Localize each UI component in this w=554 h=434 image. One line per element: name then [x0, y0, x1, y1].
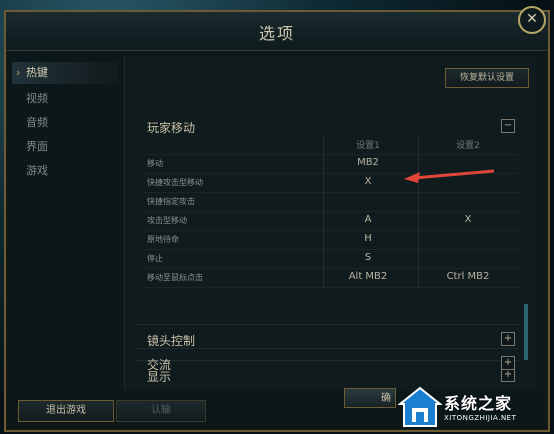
window-title: 选项	[258, 24, 295, 43]
watermark-logo: 系统之家 XITONGZHIJIA.NET	[398, 384, 554, 432]
sidebar-item-video[interactable]: 视频	[12, 88, 118, 110]
quit-game-button[interactable]: 退出游戏	[18, 400, 114, 422]
section-title: 交流	[147, 358, 172, 372]
column-header-setting2: 设置2	[456, 141, 480, 151]
keybind-slot-1[interactable]: MB2	[323, 157, 413, 168]
hotkeys-panel: 恢复默认设置 玩家移动 − 设置1 设置2 移动 MB2 快捷攻击型移动 X 快…	[124, 56, 537, 390]
keybind-slot-1[interactable]: S	[323, 252, 413, 263]
surrender-button[interactable]: 认输	[116, 400, 206, 422]
keybind-slot-1[interactable]: H	[323, 233, 413, 244]
keybind-slot-1[interactable]: Alt MB2	[323, 271, 413, 282]
title-bar: 选项	[6, 12, 548, 51]
arrow-head	[404, 172, 420, 183]
collapse-toggle[interactable]: −	[501, 119, 515, 133]
action-label: 快捷指定攻击	[147, 197, 195, 206]
action-label: 攻击型移动	[147, 216, 187, 225]
keybind-slot-1[interactable]: A	[323, 214, 413, 225]
column-header-setting1: 设置1	[356, 141, 380, 151]
watermark-url: XITONGZHIJIA.NET	[444, 414, 517, 422]
sidebar-item-interface[interactable]: 界面	[12, 136, 118, 158]
reset-defaults-button[interactable]: 恢复默认设置	[445, 68, 529, 88]
section-title: 玩家移动	[147, 121, 196, 135]
sidebar: 热键 视频 音频 界面 游戏	[12, 56, 118, 386]
logo-house-icon	[398, 386, 442, 427]
action-label: 原地待命	[147, 235, 179, 244]
keybind-slot-1[interactable]: X	[323, 176, 413, 187]
table-row: 移动至鼠标点击 Alt MB2 Ctrl MB2	[143, 269, 519, 288]
sidebar-item-audio[interactable]: 音频	[12, 112, 118, 134]
arrow-shaft	[413, 169, 495, 180]
watermark-text: 系统之家	[444, 394, 513, 413]
ok-button[interactable]: 确	[344, 388, 396, 408]
table-row: 快捷指定攻击	[143, 193, 519, 212]
scrollbar-thumb[interactable]	[524, 304, 528, 360]
close-icon[interactable]: ✕	[518, 6, 546, 34]
table-header: 设置1 设置2	[143, 136, 519, 155]
keybind-table: 设置1 设置2 移动 MB2 快捷攻击型移动 X 快捷指定攻击 攻击型移动 A …	[143, 136, 519, 288]
action-label: 移动	[147, 159, 163, 168]
sidebar-item-game[interactable]: 游戏	[12, 160, 118, 182]
table-row: 停止 S	[143, 250, 519, 269]
table-row: 攻击型移动 A X	[143, 212, 519, 231]
table-row: 原地待命 H	[143, 231, 519, 250]
keybind-slot-2[interactable]: X	[423, 214, 513, 225]
action-label: 快捷攻击型移动	[147, 178, 203, 187]
action-label: 停止	[147, 254, 163, 263]
settings-scroll-area[interactable]: 玩家移动 − 设置1 设置2 移动 MB2 快捷攻击型移动 X 快捷指定攻击 攻…	[135, 102, 519, 386]
red-arrow-annotation	[404, 169, 495, 183]
section-communication: 交流 +	[135, 348, 519, 385]
section-title: 镜头控制	[147, 334, 196, 348]
action-label: 移动至鼠标点击	[147, 273, 203, 282]
sidebar-item-hotkeys[interactable]: 热键	[12, 62, 118, 84]
expand-toggle[interactable]: +	[501, 332, 515, 346]
expand-toggle[interactable]: +	[501, 356, 515, 370]
keybind-slot-2[interactable]: Ctrl MB2	[423, 271, 513, 282]
options-window: 选项 热键 视频 音频 界面 游戏 恢复默认设置 玩家移动 − 设置1 设置2	[4, 10, 550, 432]
